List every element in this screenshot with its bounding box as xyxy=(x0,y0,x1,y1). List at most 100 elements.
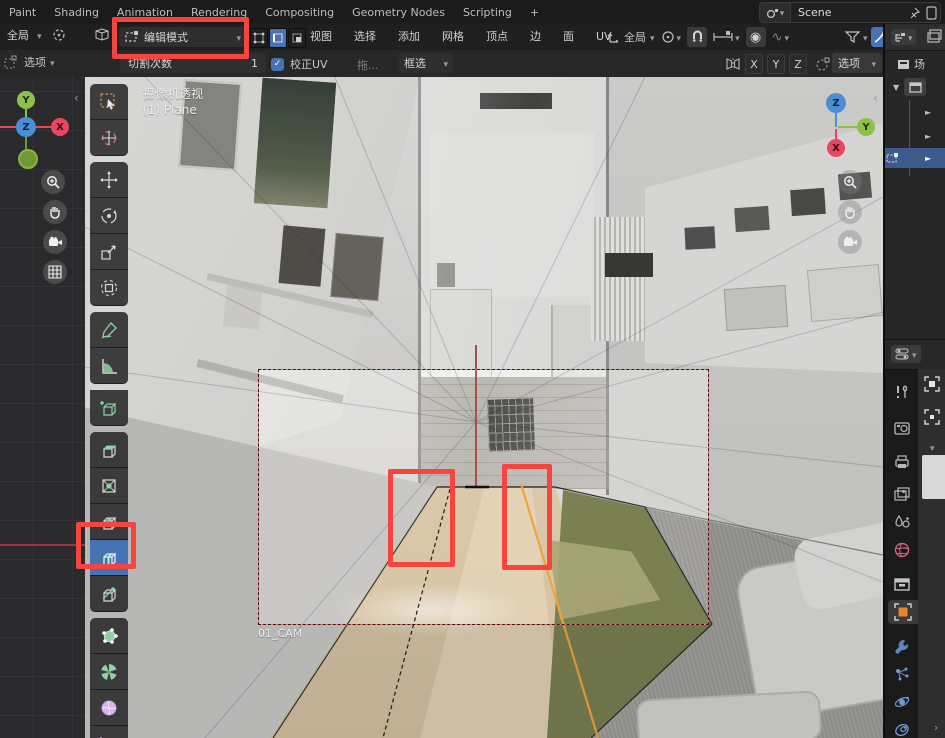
properties-tab-output[interactable] xyxy=(890,450,914,474)
scene-selector[interactable]: Scene xyxy=(759,2,941,23)
filter-visibility-icon[interactable] xyxy=(845,30,860,44)
collapse-panel-icon[interactable]: ‹ xyxy=(873,91,878,105)
proportional-editing-toggle[interactable]: ◉ xyxy=(746,27,766,47)
properties-tab-tool[interactable] xyxy=(890,380,914,404)
mirror-x-button[interactable]: X xyxy=(745,54,763,74)
frame-icon[interactable] xyxy=(924,409,940,425)
proportional-falloff-dropdown[interactable]: ∿ xyxy=(772,30,789,45)
properties-tab-render[interactable] xyxy=(890,416,914,440)
correct-uv-option[interactable]: 校正UV xyxy=(271,56,328,72)
expand-right-icon[interactable]: ► xyxy=(925,154,931,163)
pivot-dropdown[interactable] xyxy=(661,30,682,44)
tool-inset-faces[interactable] xyxy=(90,468,128,504)
properties-tab-scene[interactable] xyxy=(890,510,914,534)
properties-tab-modifiers[interactable] xyxy=(890,634,914,658)
properties-tab-physics[interactable] xyxy=(890,690,914,714)
expand-down-icon[interactable]: ▼ xyxy=(893,83,899,92)
tool-rotate[interactable] xyxy=(90,198,128,234)
tool-spin[interactable] xyxy=(90,654,128,690)
checkbox-checked-icon[interactable] xyxy=(271,58,284,71)
orientation-dropdown[interactable]: 全局 xyxy=(607,29,655,45)
properties-tab-view-layer[interactable] xyxy=(890,482,914,506)
outliner-row-item[interactable]: ► xyxy=(885,126,945,146)
maximize-frame-icon[interactable] xyxy=(924,376,940,392)
camera-view-button[interactable] xyxy=(838,230,862,254)
menu-vertex[interactable]: 顶点 xyxy=(482,28,512,44)
snap-magnet-icon[interactable] xyxy=(687,27,707,47)
snap-target-dropdown[interactable] xyxy=(713,31,740,44)
workspace-tab-compositing[interactable]: Compositing xyxy=(256,6,343,19)
scene-browse-button[interactable] xyxy=(760,3,791,22)
tool-add-cube[interactable] xyxy=(90,390,128,426)
tool-annotate[interactable] xyxy=(90,312,128,348)
menu-edge[interactable]: 边 xyxy=(526,28,545,44)
zoom-button[interactable] xyxy=(41,170,65,194)
mini-3d-viewport[interactable]: Y Z X ‹ xyxy=(0,77,88,738)
properties-tab-particles[interactable] xyxy=(890,662,914,686)
gizmo-axis-x[interactable]: X xyxy=(51,118,69,136)
collapse-panel-icon[interactable]: ‹ xyxy=(74,91,79,105)
outliner-row-collection[interactable]: ▼ xyxy=(885,77,945,97)
zoom-button[interactable] xyxy=(838,170,862,194)
properties-tab-world[interactable] xyxy=(890,538,914,562)
properties-tab-constraints[interactable] xyxy=(890,718,914,738)
menu-face[interactable]: 面 xyxy=(559,28,578,44)
face-select-button[interactable] xyxy=(288,28,306,48)
tool-poly-build[interactable] xyxy=(90,618,128,654)
edge-select-button[interactable] xyxy=(269,28,287,48)
drag-mode-dropdown[interactable]: 框选 xyxy=(398,53,454,73)
mini-orientation-dropdown[interactable]: 全局 xyxy=(3,27,33,43)
orthographic-grid-button[interactable] xyxy=(43,260,67,284)
workspace-tab-shading[interactable]: Shading xyxy=(45,6,108,19)
gizmo-axis-y-negative[interactable] xyxy=(18,149,38,169)
main-3d-viewport[interactable]: 01_CAM 摄像机透视 (1) Plane xyxy=(85,77,883,738)
tool-move[interactable] xyxy=(90,162,128,198)
gizmo-axis-y[interactable]: Y xyxy=(17,91,35,109)
mini-options-dropdown[interactable]: 选项 xyxy=(24,54,55,70)
properties-editor-dropdown[interactable] xyxy=(891,345,921,363)
menu-select[interactable]: 选择 xyxy=(350,28,380,44)
workspace-tab-scripting[interactable]: Scripting xyxy=(454,6,521,19)
outliner-row-active-object[interactable]: ► xyxy=(885,148,945,168)
camera-frame[interactable] xyxy=(258,369,709,625)
properties-tab-object[interactable] xyxy=(888,600,918,624)
gizmo-axis-z[interactable]: Z xyxy=(16,117,36,137)
panel-collapse-icon[interactable] xyxy=(930,441,935,454)
tool-smooth[interactable] xyxy=(90,690,128,726)
menu-mesh[interactable]: 网格 xyxy=(438,28,468,44)
outliner-row-item[interactable]: ► xyxy=(885,102,945,122)
scroll-right-icon[interactable]: › xyxy=(934,721,938,734)
add-workspace-button[interactable]: + xyxy=(521,6,548,19)
gizmo-axis-y[interactable]: Y xyxy=(857,118,875,136)
workspace-tab-geometry-nodes[interactable]: Geometry Nodes xyxy=(343,6,454,19)
menu-add[interactable]: 添加 xyxy=(394,28,424,44)
vertex-select-button[interactable] xyxy=(250,28,268,48)
pin-icon[interactable] xyxy=(908,7,920,19)
tool-measure[interactable] xyxy=(90,348,128,384)
mirror-y-button[interactable]: Y xyxy=(767,54,785,74)
tool-edge-slide[interactable] xyxy=(90,726,128,738)
expand-right-icon[interactable]: ► xyxy=(925,132,931,141)
pan-hand-button[interactable] xyxy=(43,200,67,224)
outliner-display-mode-dropdown[interactable] xyxy=(891,29,916,45)
new-collection-icon[interactable] xyxy=(927,29,942,44)
tool-knife[interactable] xyxy=(90,576,128,612)
workspace-tab-paint[interactable]: Paint xyxy=(0,6,45,19)
pan-hand-button[interactable] xyxy=(838,200,862,224)
tool-select-box[interactable] xyxy=(90,84,128,120)
expand-right-icon[interactable]: ► xyxy=(925,108,931,117)
tool-transform[interactable] xyxy=(90,270,128,306)
gizmo-axis-z[interactable]: Z xyxy=(826,93,846,113)
camera-view-button[interactable] xyxy=(43,230,67,254)
snap-base-icon[interactable] xyxy=(815,57,830,72)
properties-tab-collection[interactable] xyxy=(890,572,914,596)
gizmo-axis-x[interactable]: X xyxy=(827,139,845,157)
menu-view[interactable]: 视图 xyxy=(306,28,336,44)
mirror-z-button[interactable]: Z xyxy=(789,54,807,74)
options-dropdown[interactable]: 选项 xyxy=(832,53,882,73)
outliner-row-scene-collection[interactable]: 场 xyxy=(885,54,945,74)
new-scene-icon[interactable] xyxy=(926,6,938,20)
pivot-point-icon[interactable] xyxy=(52,28,66,42)
tool-scale[interactable] xyxy=(90,234,128,270)
tool-cursor[interactable] xyxy=(90,120,128,156)
